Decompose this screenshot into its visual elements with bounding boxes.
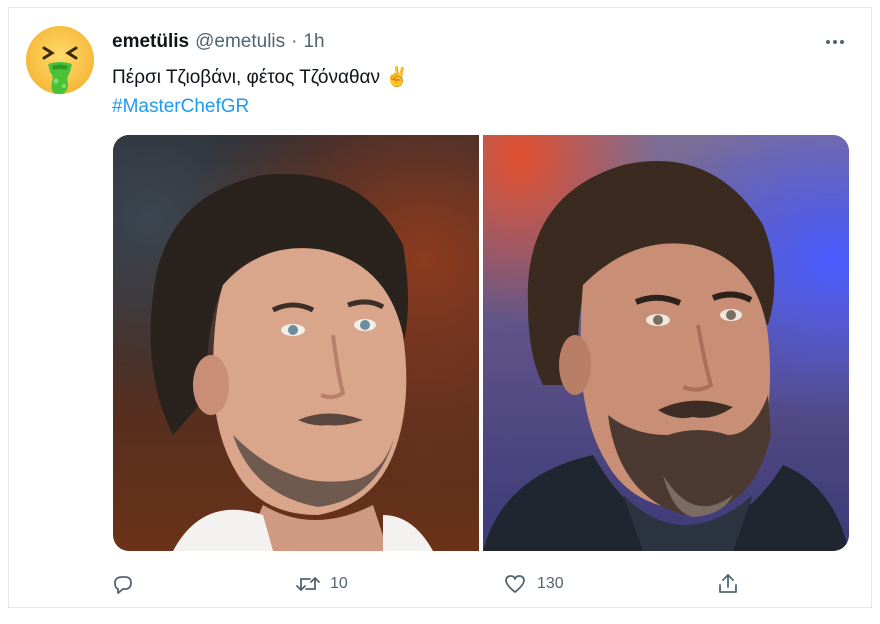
- retweet-button[interactable]: 10: [294, 568, 348, 600]
- more-options-button[interactable]: [821, 28, 849, 56]
- nauseated-face-emoji-icon: [42, 46, 78, 94]
- separator-dot: ·: [291, 31, 298, 52]
- photo-left[interactable]: [113, 135, 479, 551]
- timestamp[interactable]: 1h: [303, 31, 324, 53]
- media-grid: [113, 135, 849, 551]
- photo-man-beard-purple-background-icon: [483, 161, 849, 551]
- tweet-card[interactable]: emetülis @emetulis · 1h Πέρσι Τζιοβάνι, …: [8, 7, 872, 608]
- hashtag-link[interactable]: #MasterChefGR: [112, 93, 249, 121]
- more-horizontal-icon: [826, 40, 844, 44]
- like-button[interactable]: 130: [501, 568, 564, 600]
- like-count: 130: [537, 575, 564, 592]
- photo-man-long-hair-beard-icon: [150, 173, 433, 551]
- reply-icon: [109, 570, 137, 598]
- tweet-header: emetülis @emetulis · 1h: [112, 28, 325, 56]
- author-name[interactable]: emetülis: [112, 31, 189, 53]
- action-bar: 10 130: [109, 568, 749, 600]
- share-icon: [714, 570, 742, 598]
- reply-button[interactable]: [109, 568, 145, 600]
- heart-icon: [501, 570, 529, 598]
- photo-right[interactable]: [483, 135, 849, 551]
- author-handle[interactable]: @emetulis: [195, 31, 285, 53]
- avatar[interactable]: [26, 26, 94, 94]
- retweet-count: 10: [330, 575, 348, 592]
- tweet-text: Πέρσι Τζιοβάνι, φέτος Τζόναθαν ✌️: [112, 67, 409, 88]
- retweet-icon: [294, 570, 322, 598]
- share-button[interactable]: [714, 568, 750, 600]
